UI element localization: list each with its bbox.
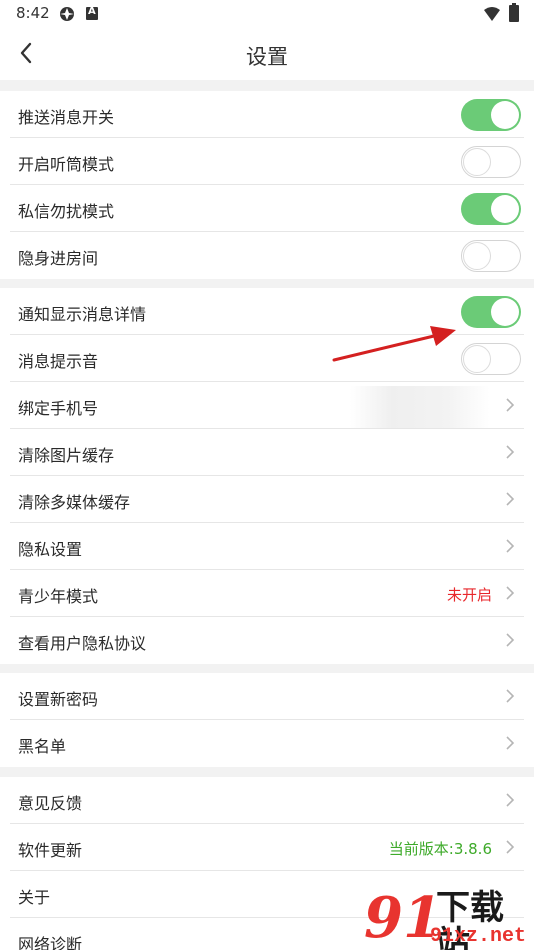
setting-label: 软件更新 xyxy=(18,841,83,860)
setting-row-privacy-settings[interactable]: 隐私设置 xyxy=(10,523,524,570)
setting-label: 隐身进房间 xyxy=(18,249,99,268)
setting-row-invisible-enter-room: 隐身进房间 xyxy=(10,232,524,279)
setting-label: 意见反馈 xyxy=(18,794,83,813)
toggle-knob xyxy=(463,242,491,270)
teen-mode-status: 未开启 xyxy=(446,586,492,604)
setting-label: 青少年模式 xyxy=(18,587,99,606)
message-sound-toggle[interactable] xyxy=(461,343,521,375)
setting-row-new-password[interactable]: 设置新密码 xyxy=(10,673,524,720)
setting-label: 设置新密码 xyxy=(18,690,99,709)
status-time: 8:42 xyxy=(16,4,50,22)
watermark-url: 91xz.net xyxy=(430,925,527,948)
chevron-right-icon xyxy=(506,689,515,703)
settings-group-account: 设置新密码 黑名单 xyxy=(0,673,534,767)
toggle-knob xyxy=(491,195,519,223)
setting-row-software-update[interactable]: 软件更新 当前版本:3.8.6 xyxy=(10,824,524,871)
battery-icon xyxy=(509,3,519,22)
toggle-knob xyxy=(463,148,491,176)
app-header: 设置 xyxy=(0,28,534,80)
earpiece-mode-toggle[interactable] xyxy=(461,146,521,178)
setting-row-blacklist[interactable]: 黑名单 xyxy=(10,720,524,767)
setting-label: 网络诊断 xyxy=(18,935,83,950)
setting-label: 私信勿扰模式 xyxy=(18,202,115,221)
setting-label: 清除多媒体缓存 xyxy=(18,493,131,512)
chevron-right-icon xyxy=(506,492,515,506)
app-notification-icon xyxy=(60,7,74,21)
settings-group-privacy-toggles: 推送消息开关 开启听筒模式 私信勿扰模式 隐身进房间 xyxy=(0,91,534,279)
setting-label: 关于 xyxy=(18,888,51,907)
setting-row-push-messages: 推送消息开关 xyxy=(10,91,524,138)
chevron-right-icon xyxy=(506,398,515,412)
chevron-right-icon xyxy=(506,736,515,750)
setting-row-privacy-agreement[interactable]: 查看用户隐私协议 xyxy=(10,617,524,664)
settings-group-general: 通知显示消息详情 消息提示音 绑定手机号 清除图片缓存 清除多媒体缓存 隐私设置… xyxy=(0,288,534,664)
setting-row-clear-media-cache[interactable]: 清除多媒体缓存 xyxy=(10,476,524,523)
setting-row-notification-details: 通知显示消息详情 xyxy=(10,288,524,335)
page-title: 设置 xyxy=(246,45,288,69)
toggle-knob xyxy=(463,345,491,373)
setting-label: 清除图片缓存 xyxy=(18,446,115,465)
setting-label: 消息提示音 xyxy=(18,352,99,371)
setting-row-message-sound: 消息提示音 xyxy=(10,335,524,382)
setting-row-dm-do-not-disturb: 私信勿扰模式 xyxy=(10,185,524,232)
setting-label: 通知显示消息详情 xyxy=(18,305,147,324)
toggle-knob xyxy=(491,101,519,129)
notification-details-toggle[interactable] xyxy=(461,296,521,328)
chevron-right-icon xyxy=(506,840,515,854)
setting-row-feedback[interactable]: 意见反馈 xyxy=(10,777,524,824)
setting-label: 开启听筒模式 xyxy=(18,155,115,174)
blurred-phone-number xyxy=(350,386,490,428)
chevron-right-icon xyxy=(506,586,515,600)
accessibility-notification-icon xyxy=(86,6,98,20)
setting-label: 查看用户隐私协议 xyxy=(18,634,147,653)
chevron-right-icon xyxy=(506,445,515,459)
chevron-right-icon xyxy=(506,633,515,647)
invisible-enter-room-toggle[interactable] xyxy=(461,240,521,272)
setting-label: 隐私设置 xyxy=(18,540,83,559)
dm-do-not-disturb-toggle[interactable] xyxy=(461,193,521,225)
setting-label: 绑定手机号 xyxy=(18,399,99,418)
setting-row-teen-mode[interactable]: 青少年模式 未开启 xyxy=(10,570,524,617)
setting-label: 推送消息开关 xyxy=(18,108,115,127)
setting-label: 黑名单 xyxy=(18,737,67,756)
chevron-right-icon xyxy=(506,539,515,553)
toggle-knob xyxy=(491,298,519,326)
site-watermark: 91 下载站 91xz.net xyxy=(364,888,534,950)
status-bar: 8:42 xyxy=(0,0,534,28)
push-messages-toggle[interactable] xyxy=(461,99,521,131)
current-version: 当前版本:3.8.6 xyxy=(388,840,492,858)
chevron-right-icon xyxy=(506,793,515,807)
wifi-icon xyxy=(484,7,500,21)
setting-row-clear-image-cache[interactable]: 清除图片缓存 xyxy=(10,429,524,476)
setting-row-bind-phone[interactable]: 绑定手机号 xyxy=(10,382,524,429)
setting-row-earpiece-mode: 开启听筒模式 xyxy=(10,138,524,185)
